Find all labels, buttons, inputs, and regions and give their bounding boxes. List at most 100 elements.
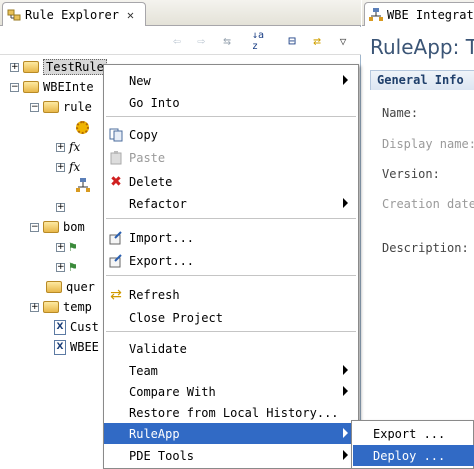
tree-item-collapsed[interactable]: +	[56, 198, 69, 216]
menu-item-label: RuleApp	[129, 426, 180, 441]
submenu-item-label: Export ...	[373, 426, 446, 441]
menu-item-compare-with[interactable]: Compare With	[104, 381, 358, 402]
menu-item-restore-history[interactable]: Restore from Local History...	[104, 402, 358, 423]
tab-rule-explorer[interactable]: Rule Explorer ✕	[2, 2, 146, 26]
menu-item-export[interactable]: Export...	[104, 250, 358, 271]
tree-item-rules[interactable]: − rule	[30, 98, 92, 116]
menu-item-refresh[interactable]: ⇄ Refresh	[104, 284, 358, 305]
expand-icon[interactable]: +	[56, 142, 65, 152]
collapse-icon[interactable]: −	[10, 82, 19, 92]
menu-item-label: Validate	[129, 341, 187, 356]
expand-icon[interactable]: +	[30, 302, 39, 312]
copy-icon	[108, 127, 124, 143]
menu-separator	[106, 218, 356, 219]
back-arrow-icon[interactable]: ⇦	[168, 32, 186, 50]
rule-project-folder-icon	[23, 61, 39, 73]
expand-icon[interactable]: +	[56, 162, 65, 172]
sort-az-icon[interactable]: ↓a z	[252, 30, 276, 52]
menu-item-label: Team	[129, 363, 158, 378]
view-menu-icon[interactable]: ▽	[334, 32, 352, 50]
refresh-icon: ⇄	[110, 287, 122, 303]
menu-item-close-project[interactable]: Close Project	[104, 307, 358, 328]
menu-item-label: Delete	[129, 174, 173, 189]
rule-explorer-tabbar: Rule Explorer ✕	[0, 0, 361, 26]
tree-item-ruleflow[interactable]	[76, 177, 90, 197]
tree-item-testrule[interactable]: + TestRule	[10, 58, 107, 76]
expand-icon[interactable]: +	[56, 202, 65, 212]
menu-separator	[106, 331, 356, 332]
menu-item-import[interactable]: Import...	[104, 227, 358, 248]
expand-icon[interactable]: +	[56, 242, 65, 252]
menu-item-label: Refresh	[129, 287, 180, 302]
menu-item-delete[interactable]: ✖ Delete	[104, 171, 358, 192]
tree-item-queries[interactable]: quer	[46, 278, 95, 296]
ruleapp-editor-view: WBE Integrat RuleApp: T General Info Nam…	[362, 0, 474, 469]
import-icon	[108, 230, 124, 246]
tree-item-wbee[interactable]: X WBEE	[54, 338, 99, 356]
menu-item-label: Import...	[129, 230, 195, 245]
tree-item-bom-entry-2[interactable]: + ⚑	[56, 258, 77, 276]
tree-item-label: rule	[63, 100, 92, 114]
collapse-all-icon[interactable]: ⊟	[283, 32, 301, 50]
tree-item-function-2[interactable]: + fx	[56, 158, 89, 176]
menu-item-paste[interactable]: Paste	[104, 147, 358, 168]
bom-folder-icon	[43, 221, 59, 233]
context-menu: New Go Into Copy Paste ✖ Delete Refactor…	[103, 64, 359, 469]
close-icon[interactable]: ✕	[127, 8, 134, 22]
tree-item-wbeinte[interactable]: − WBEInte	[10, 78, 94, 96]
submenu-arrow-icon	[343, 450, 348, 460]
editor-tabbar: WBE Integrat	[362, 0, 474, 26]
ruleapp-submenu: Export ... Deploy ...	[351, 420, 474, 469]
rule-explorer-toolbar: ⇦ ⇨ ⇆ ↓a z ⊟ ⇄ ▽	[0, 27, 361, 55]
submenu-item-deploy[interactable]: Deploy ...	[353, 445, 474, 466]
page-title: RuleApp: T	[370, 35, 474, 59]
sync-icon[interactable]: ⇄	[308, 32, 326, 50]
version-label: Version:	[382, 167, 440, 181]
menu-item-label: Copy	[129, 127, 158, 142]
menu-item-team[interactable]: Team	[104, 360, 358, 381]
folder-icon	[43, 301, 59, 313]
submenu-arrow-icon	[343, 365, 348, 375]
paste-icon	[108, 150, 124, 166]
function-icon: fx	[69, 140, 81, 154]
tab-wbe-integration-label: WBE Integrat	[387, 7, 474, 22]
tree-item-cust[interactable]: X Cust	[54, 318, 99, 336]
bom-entry-icon: ⚑	[69, 259, 77, 275]
menu-item-refactor[interactable]: Refactor	[104, 193, 358, 214]
function-icon: fx	[69, 160, 81, 174]
submenu-item-export[interactable]: Export ...	[353, 423, 474, 444]
tree-item-label: Cust	[70, 320, 99, 334]
ruleflow-icon	[76, 177, 90, 197]
folder-icon	[46, 281, 62, 293]
tree-item-label: quer	[66, 280, 95, 294]
tab-wbe-integration[interactable]: WBE Integrat	[364, 2, 474, 26]
rule-explorer-icon	[7, 8, 21, 22]
menu-item-validate[interactable]: Validate	[104, 338, 358, 359]
expand-icon[interactable]: +	[10, 62, 19, 72]
menu-item-new[interactable]: New	[104, 70, 358, 91]
tree-item-label: WBEInte	[43, 80, 94, 94]
tree-item-templates[interactable]: + temp	[30, 298, 92, 316]
tree-item-gear[interactable]	[76, 118, 93, 136]
export-icon	[108, 253, 124, 269]
menu-item-copy[interactable]: Copy	[104, 124, 358, 145]
tree-item-function-1[interactable]: + fx	[56, 138, 89, 156]
menu-item-label: Compare With	[129, 384, 216, 399]
collapse-icon[interactable]: −	[30, 102, 39, 112]
menu-item-pde-tools[interactable]: PDE Tools	[104, 445, 358, 466]
menu-item-ruleapp[interactable]: RuleApp	[104, 423, 358, 444]
menu-item-go-into[interactable]: Go Into	[104, 92, 358, 113]
link-icon[interactable]: ⇆	[218, 32, 236, 50]
tree-item-label: TestRule	[43, 59, 107, 75]
delete-icon: ✖	[110, 174, 122, 190]
ruleapp-icon	[369, 7, 383, 22]
submenu-item-label: Deploy ...	[373, 448, 446, 463]
collapse-icon[interactable]: −	[30, 222, 39, 232]
submenu-arrow-icon	[343, 198, 348, 208]
tree-item-bom-entry-1[interactable]: + ⚑	[56, 238, 77, 256]
general-info-section-header[interactable]: General Info	[370, 70, 474, 90]
forward-arrow-icon[interactable]: ⇨	[192, 32, 210, 50]
menu-item-label: Close Project	[129, 310, 223, 325]
tree-item-bom[interactable]: − bom	[30, 218, 85, 236]
expand-icon[interactable]: +	[56, 262, 65, 272]
